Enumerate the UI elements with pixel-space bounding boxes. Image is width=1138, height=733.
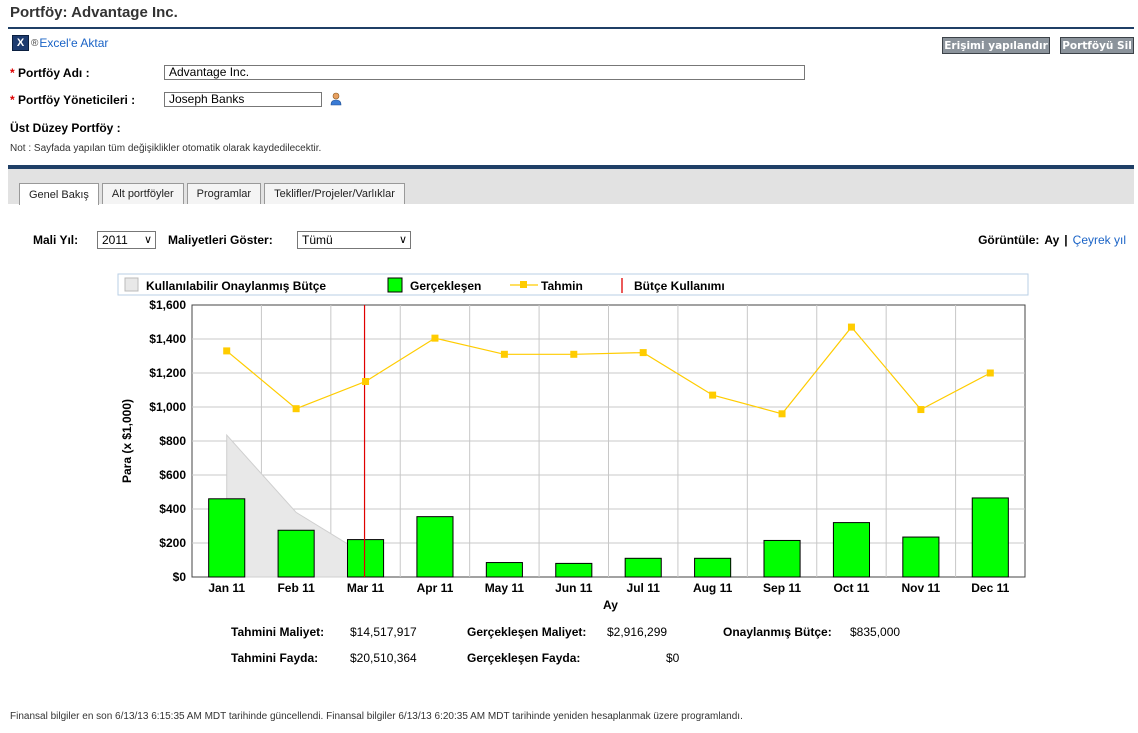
actual-bar <box>555 562 593 578</box>
forecast-point <box>431 334 439 342</box>
actual-bar <box>971 497 1009 578</box>
approved-budget-label: Onaylanmış Bütçe: <box>723 625 832 639</box>
x-tick-label: Sep 11 <box>763 581 801 595</box>
x-tick-label: Oct 11 <box>833 581 869 595</box>
actual-bar <box>485 562 523 578</box>
legend-label-budget: Kullanılabilir Onaylanmış Bütçe <box>146 279 326 293</box>
x-tick-label: Aug 11 <box>693 581 733 595</box>
y-tick-label: $200 <box>159 536 186 550</box>
x-tick-label: May 11 <box>485 581 525 595</box>
forecast-point <box>500 350 508 358</box>
y-tick-label: $1,200 <box>149 366 186 380</box>
x-tick-label: Apr 11 <box>417 581 454 595</box>
forecast-point <box>778 410 786 418</box>
legend-swatch-actual <box>387 277 403 293</box>
x-tick-label: Jun 11 <box>555 581 593 595</box>
x-tick-label: Dec 11 <box>971 581 1009 595</box>
legend-marker-forecast <box>520 281 527 288</box>
actual-bar <box>902 536 940 578</box>
forecast-point <box>986 369 994 377</box>
legend-label-actual: Gerçekleşen <box>410 279 481 293</box>
actual-bar <box>832 522 871 578</box>
actual-cost-label: Gerçekleşen Maliyet: <box>467 625 587 639</box>
forecast-point <box>847 323 855 331</box>
forecast-point <box>362 378 370 385</box>
x-tick-label: Nov 11 <box>902 581 941 595</box>
forecast-point <box>639 349 647 357</box>
y-tick-label: $400 <box>159 502 186 516</box>
x-tick-label: Jan 11 <box>208 581 245 595</box>
forecast-point <box>709 391 717 399</box>
actual-bar <box>346 539 385 578</box>
est-benefit-value: $20,510,364 <box>350 651 417 665</box>
actual-benefit-label: Gerçekleşen Fayda: <box>467 651 581 665</box>
actual-bar <box>416 516 454 578</box>
x-axis-title: Ay <box>603 598 618 612</box>
y-tick-label: $1,400 <box>149 332 186 346</box>
actual-benefit-value: $0 <box>666 651 680 665</box>
actual-bar <box>277 529 315 578</box>
footer-note: Finansal bilgiler en son 6/13/13 6:15:35… <box>10 711 743 722</box>
forecast-point <box>917 406 925 414</box>
approved-budget-value: $835,000 <box>850 625 901 639</box>
actual-bar <box>624 557 662 578</box>
budget-chart: Kullanılabilir Onaylanmış Bütçe Gerçekleş… <box>117 273 1029 612</box>
legend-swatch-budget <box>124 277 139 292</box>
est-cost-value: $14,517,917 <box>350 625 417 639</box>
actual-bar <box>694 557 732 578</box>
y-axis-title: Para (x $1,000) <box>120 399 134 483</box>
legend-label-budget-use: Bütçe Kullanımı <box>634 279 725 293</box>
actual-cost-value: $2,916,299 <box>607 625 668 639</box>
y-tick-label: $800 <box>159 434 186 448</box>
y-tick-label: $1,600 <box>149 298 186 312</box>
est-benefit-label: Tahmini Fayda: <box>231 651 319 665</box>
y-tick-label: $1,000 <box>149 400 186 414</box>
x-tick-label: Mar 11 <box>347 581 385 595</box>
y-tick-label: $0 <box>173 570 187 584</box>
x-tick-label: Jul 11 <box>627 581 661 595</box>
actual-bar <box>208 498 246 578</box>
forecast-point <box>223 347 231 355</box>
actual-bar <box>763 539 801 578</box>
legend-label-forecast: Tahmin <box>541 279 583 293</box>
x-tick-label: Feb 11 <box>277 581 315 595</box>
forecast-point <box>292 405 300 413</box>
y-tick-label: $600 <box>159 468 186 482</box>
forecast-point <box>570 350 578 358</box>
est-cost-label: Tahmini Maliyet: <box>231 625 325 639</box>
